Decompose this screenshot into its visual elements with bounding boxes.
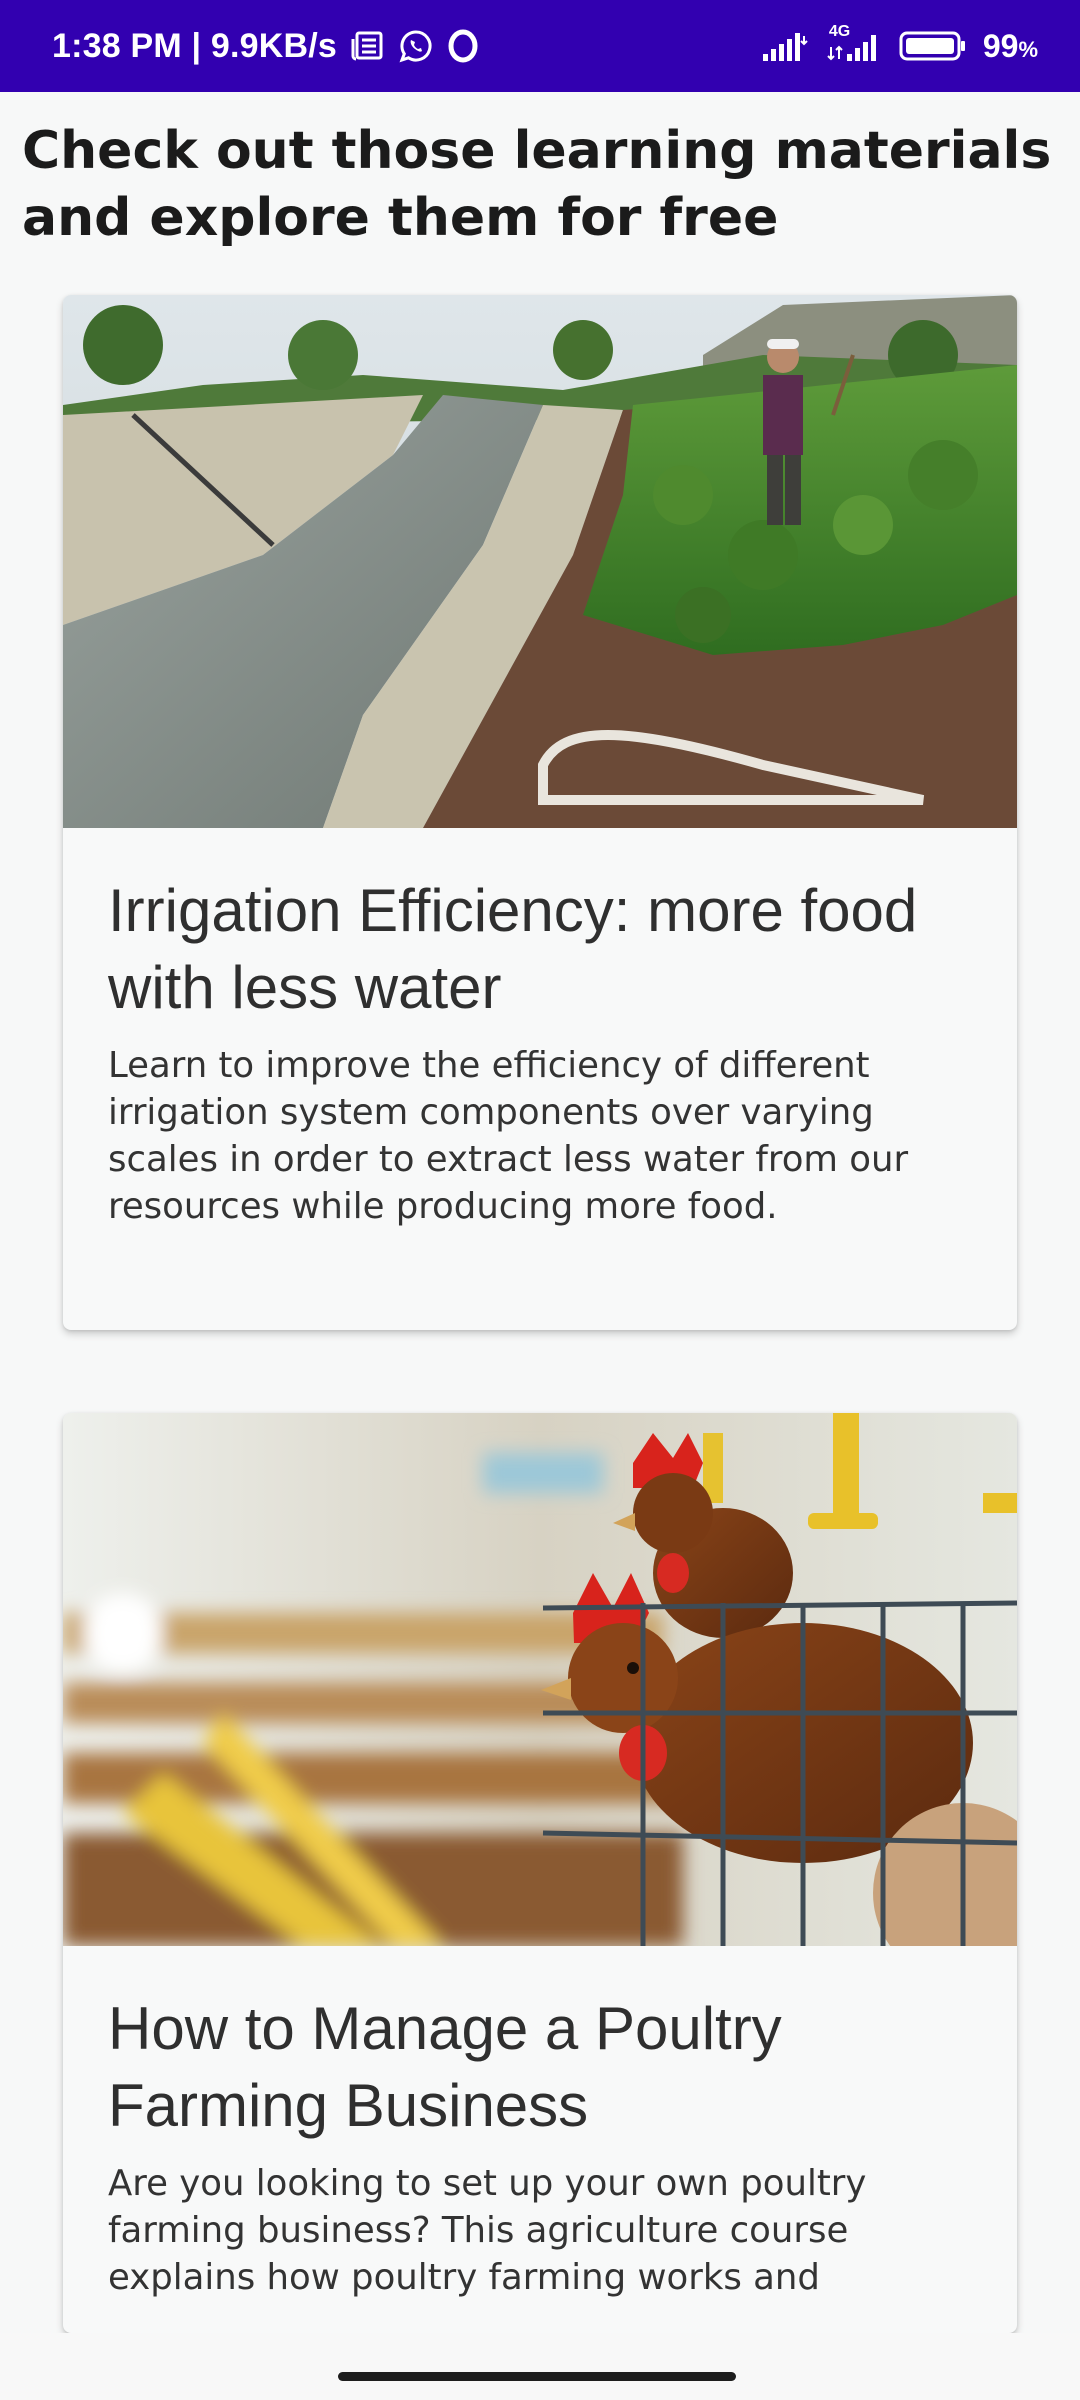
status-bar: 1:38 PM | 9.9KB/s 4G 99%: [0, 0, 1080, 92]
battery-icon: [899, 30, 967, 62]
course-card[interactable]: How to Manage a Poultry Farming Business…: [63, 1413, 1017, 2333]
course-image-poultry: [63, 1413, 1017, 1946]
news-icon: [351, 30, 385, 62]
status-bar-left: 1:38 PM | 9.9KB/s: [52, 27, 479, 66]
cellular-signal-icon: 4G: [827, 23, 883, 63]
course-title: Irrigation Efficiency: more food with le…: [108, 877, 918, 1021]
status-bar-right: 4G 99%: [761, 23, 1038, 65]
page-title: Check out those learning materials and e…: [22, 121, 1052, 248]
status-time-speed: 1:38 PM | 9.9KB/s: [52, 26, 338, 65]
wifi-signal-icon: [761, 30, 811, 62]
course-card[interactable]: Irrigation Efficiency: more food with le…: [63, 295, 1017, 1330]
gesture-handle[interactable]: [338, 2372, 736, 2381]
course-description: Learn to improve the efficiency of diffe…: [108, 1045, 909, 1227]
course-description: Are you looking to set up your own poult…: [108, 2163, 867, 2298]
navigation-bar: [0, 2333, 1080, 2400]
course-title: How to Manage a Poultry Farming Business: [108, 1995, 782, 2139]
course-image-irrigation: [63, 295, 1017, 828]
opera-icon: [447, 29, 479, 63]
battery-level: 99%: [982, 27, 1038, 64]
whatsapp-icon: [399, 29, 433, 63]
network-type-label: 4G: [828, 23, 851, 40]
